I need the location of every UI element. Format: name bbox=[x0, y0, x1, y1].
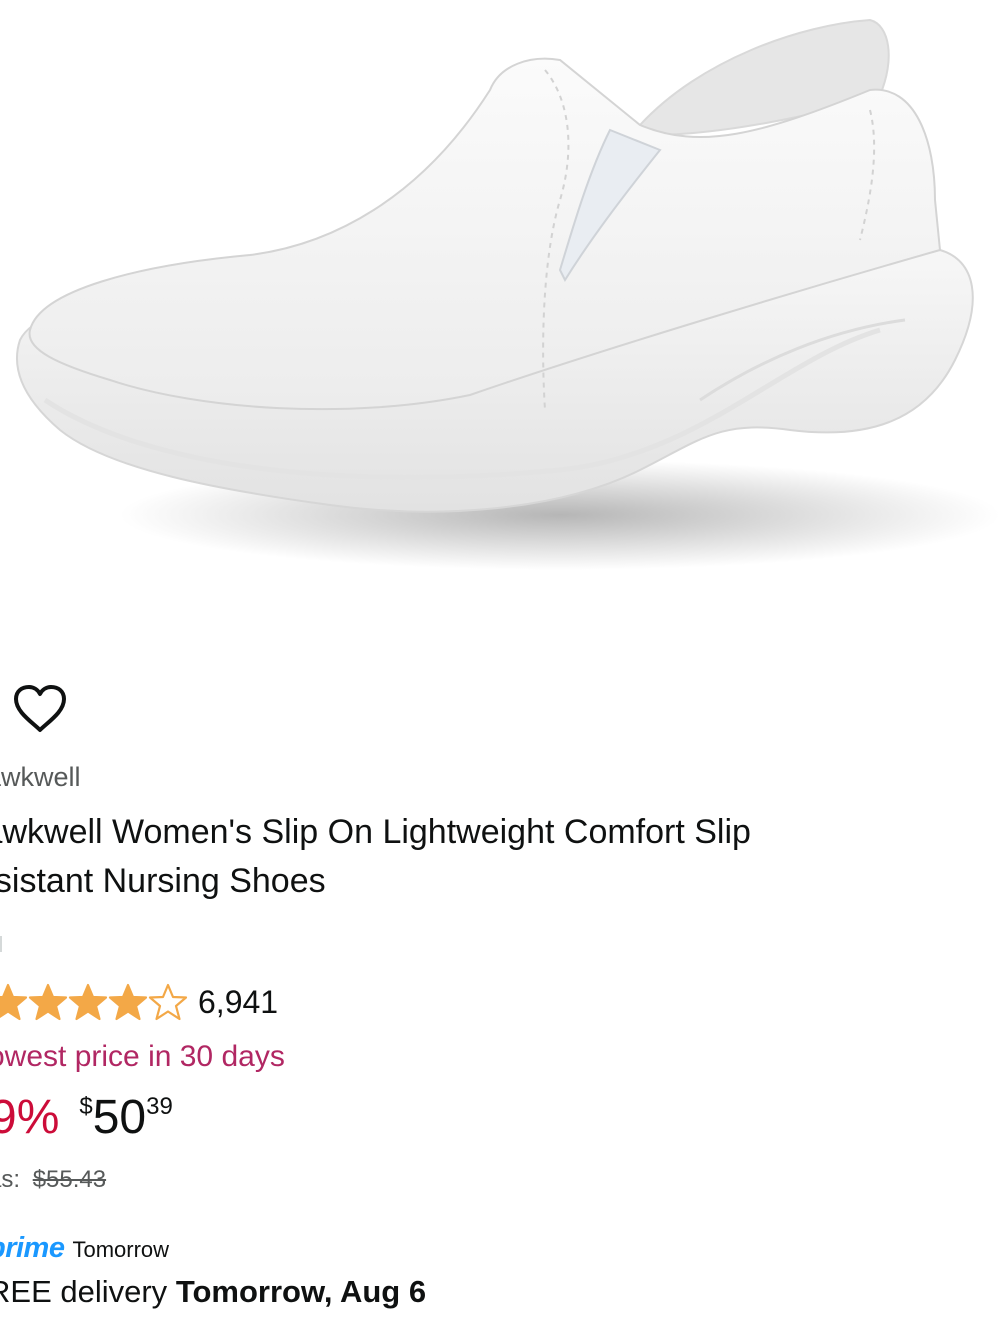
divider bbox=[0, 936, 2, 952]
discount-percent: 9% bbox=[0, 1091, 60, 1144]
price-currency: $ bbox=[79, 1093, 93, 1120]
product-image[interactable] bbox=[0, 0, 1000, 600]
was-price: $55.43 bbox=[32, 1166, 107, 1193]
delivery-date: Tomorrow, Aug 6 bbox=[175, 1274, 427, 1309]
product-title-line-1: lawkwell Women's Slip On Lightweight Com… bbox=[0, 813, 751, 851]
star-filled-icon bbox=[68, 983, 108, 1021]
price-row: 9% $ 50 39 bbox=[0, 1088, 173, 1148]
star-rating[interactable] bbox=[0, 982, 188, 1022]
rating-row[interactable]: 6,941 bbox=[0, 980, 278, 1024]
was-price-row: as: $55.43 bbox=[0, 1166, 106, 1194]
star-filled-icon bbox=[28, 983, 68, 1021]
brand-link[interactable]: awkwell bbox=[0, 762, 81, 793]
prime-logo: prime bbox=[0, 1232, 65, 1264]
delivery-info: REE delivery Tomorrow, Aug 6 bbox=[0, 1274, 426, 1310]
price-fraction: 39 bbox=[146, 1093, 173, 1120]
product-title-line-2: esistant Nursing Shoes bbox=[0, 862, 326, 900]
review-count[interactable]: 6,941 bbox=[198, 984, 278, 1021]
prime-delivery-day: Tomorrow bbox=[72, 1237, 170, 1262]
star-filled-icon bbox=[0, 983, 28, 1021]
prime-badge: prime Tomorrow bbox=[0, 1232, 169, 1265]
product-title[interactable]: lawkwell Women's Slip On Lightweight Com… bbox=[0, 808, 986, 906]
delivery-prefix: REE delivery bbox=[0, 1274, 168, 1309]
price-whole: 50 bbox=[92, 1091, 147, 1144]
wishlist-heart-icon[interactable] bbox=[12, 684, 68, 734]
star-empty-icon bbox=[148, 983, 188, 1021]
lowest-price-badge: owest price in 30 days bbox=[0, 1040, 285, 1073]
was-label: as: bbox=[0, 1166, 21, 1193]
star-filled-icon bbox=[108, 983, 148, 1021]
